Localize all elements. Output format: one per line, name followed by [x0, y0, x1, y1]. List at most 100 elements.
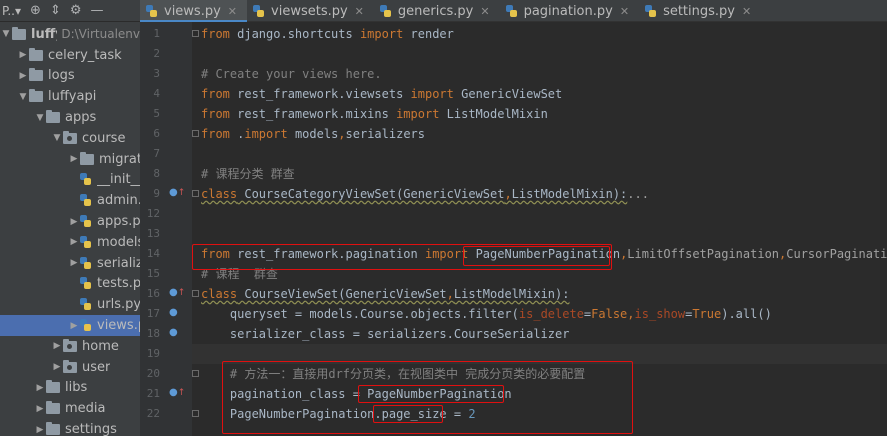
line-number: 14: [146, 247, 160, 260]
chevron-right-icon[interactable]: ▶: [17, 71, 29, 81]
code-line[interactable]: # 课程 群查: [201, 264, 278, 284]
code-line[interactable]: # 课程分类 群查: [201, 164, 295, 184]
editor-gutter: 1 2 3 4 5 6 7 8 9 ●↑ 12 13 14 15 16 ●↑ 17 ● 18 ● 19 20 21 ●↑ 22: [140, 22, 192, 436]
chevron-down-icon[interactable]: ▼: [17, 92, 29, 102]
tree-item[interactable]: ▶ models.py: [0, 232, 140, 253]
chevron-right-icon[interactable]: ▶: [68, 217, 80, 227]
line-number: 16: [146, 287, 160, 300]
chevron-right-icon[interactable]: ▶: [68, 154, 80, 164]
editor-tab[interactable]: views.py ✕: [140, 0, 248, 22]
python-file-icon: [645, 4, 657, 18]
tree-item[interactable]: urls.py: [0, 294, 140, 315]
override-marker-icon[interactable]: ●: [169, 327, 178, 338]
fold-marker-icon[interactable]: [192, 190, 199, 197]
tree-item[interactable]: __init__.py: [0, 170, 140, 191]
tree-item[interactable]: ▼ luffyapi D:\Virtualenv: [0, 24, 140, 45]
editor-tab[interactable]: viewsets.py ✕: [247, 0, 374, 22]
tree-item[interactable]: ▶ celery_task: [0, 45, 140, 66]
chevron-right-icon[interactable]: ▶: [68, 321, 80, 331]
tree-item[interactable]: ▶ user: [0, 357, 140, 378]
override-marker-icon[interactable]: ●↑: [169, 187, 185, 198]
chevron-right-icon[interactable]: ▶: [34, 404, 46, 414]
override-marker-icon[interactable]: ●↑: [169, 387, 185, 398]
line-number: 7: [153, 147, 160, 160]
chevron-right-icon[interactable]: ▶: [68, 237, 80, 247]
tree-item-label: models.py: [97, 234, 140, 250]
fold-marker-icon[interactable]: [192, 30, 199, 37]
chevron-right-icon[interactable]: ▶: [51, 362, 63, 372]
editor-tab[interactable]: generics.py ✕: [374, 0, 500, 22]
chevron-right-icon[interactable]: ▶: [34, 425, 46, 435]
chevron-right-icon[interactable]: ▶: [34, 383, 46, 393]
close-icon[interactable]: ✕: [355, 5, 364, 18]
tree-item[interactable]: ▶ home: [0, 336, 140, 357]
tree-item[interactable]: admin.py: [0, 190, 140, 211]
fold-marker-icon[interactable]: [192, 290, 199, 297]
tree-item[interactable]: ▶ logs: [0, 66, 140, 87]
collapse-icon[interactable]: ⇕: [50, 0, 61, 22]
fold-marker-icon[interactable]: [192, 370, 199, 377]
python-file-icon: [80, 215, 92, 228]
folder-icon: [46, 380, 60, 394]
chevron-down-icon[interactable]: ▼: [0, 29, 12, 39]
tree-item[interactable]: ▶ apps.py: [0, 211, 140, 232]
editor-tab[interactable]: pagination.py ✕: [500, 0, 640, 22]
code-line[interactable]: class CourseCategoryViewSet(GenericViewS…: [201, 184, 649, 204]
tree-item[interactable]: tests.py: [0, 274, 140, 295]
project-view-selector[interactable]: P..▾: [2, 0, 21, 22]
close-icon[interactable]: ✕: [228, 5, 237, 18]
python-file-icon: [505, 4, 518, 18]
code-editor[interactable]: from django.shortcuts import render # Cre…: [192, 22, 887, 436]
python-file-icon: [80, 319, 92, 332]
code-line[interactable]: pagination_class = PageNumberPagination: [201, 384, 512, 404]
tree-item[interactable]: ▶ libs: [0, 378, 140, 399]
code-line[interactable]: # 方法一：直接用drf分页类，在视图类中 完成分页类的必要配置: [201, 364, 585, 384]
code-line[interactable]: # Create your views here.: [201, 64, 382, 84]
code-line[interactable]: PageNumberPagination.page_size = 2: [201, 404, 476, 424]
tree-item[interactable]: ▶ media: [0, 398, 140, 419]
tree-item-label: __init__.py: [97, 172, 140, 188]
line-number: 12: [146, 207, 160, 220]
tree-item[interactable]: ▶ serializers: [0, 253, 140, 274]
code-line[interactable]: from .import models,serializers: [201, 124, 425, 144]
chevron-right-icon[interactable]: ▶: [68, 258, 80, 268]
code-line[interactable]: queryset = models.Course.objects.filter(…: [201, 304, 772, 324]
python-file-icon: [146, 4, 158, 18]
tree-item[interactable]: ▼ course: [0, 128, 140, 149]
editor-tab[interactable]: settings.py ✕: [639, 0, 761, 22]
close-icon[interactable]: ✕: [742, 5, 751, 18]
tree-item-label: apps.py: [97, 214, 140, 230]
line-number: 3: [153, 67, 160, 80]
chevron-down-icon[interactable]: ▼: [34, 113, 46, 123]
fold-marker-icon[interactable]: [192, 130, 199, 137]
close-icon[interactable]: ✕: [480, 5, 489, 18]
tree-item[interactable]: ▶ views.py: [0, 315, 140, 336]
python-file-icon: [80, 256, 92, 270]
override-marker-icon[interactable]: ●↑: [169, 287, 185, 298]
tree-item[interactable]: ▼ luffyapi: [0, 86, 140, 107]
chevron-right-icon[interactable]: ▶: [51, 341, 63, 351]
globe-icon[interactable]: ⊕: [30, 0, 41, 22]
gear-icon[interactable]: ⚙: [70, 0, 82, 22]
current-line-highlight: [192, 344, 887, 364]
code-line[interactable]: from rest_framework.pagination import Pa…: [201, 244, 887, 264]
folder-icon: [12, 26, 26, 40]
line-number: 5: [153, 107, 160, 120]
project-path: D:\Virtualenv: [61, 27, 140, 42]
chevron-right-icon[interactable]: ▶: [17, 50, 29, 60]
fold-marker-icon[interactable]: [192, 410, 199, 417]
code-line[interactable]: serializer_class = serializers.CourseSer…: [201, 324, 570, 344]
code-line[interactable]: from rest_framework.mixins import ListMo…: [201, 104, 548, 124]
tree-item[interactable]: ▶ migrations: [0, 149, 140, 170]
code-line[interactable]: from django.shortcuts import render: [201, 24, 454, 44]
tree-item-label: luffyapi: [31, 26, 57, 42]
line-number: 4: [153, 87, 160, 100]
chevron-down-icon[interactable]: ▼: [51, 133, 63, 143]
code-line[interactable]: class CourseViewSet(GenericViewSet,ListM…: [201, 284, 569, 304]
tree-item[interactable]: ▼ apps: [0, 107, 140, 128]
close-icon[interactable]: ✕: [620, 5, 629, 18]
code-line[interactable]: from rest_framework.viewsets import Gene…: [201, 84, 562, 104]
minimize-icon[interactable]: —: [91, 0, 104, 22]
tree-item[interactable]: ▶ settings: [0, 419, 140, 436]
override-marker-icon[interactable]: ●: [169, 307, 178, 318]
